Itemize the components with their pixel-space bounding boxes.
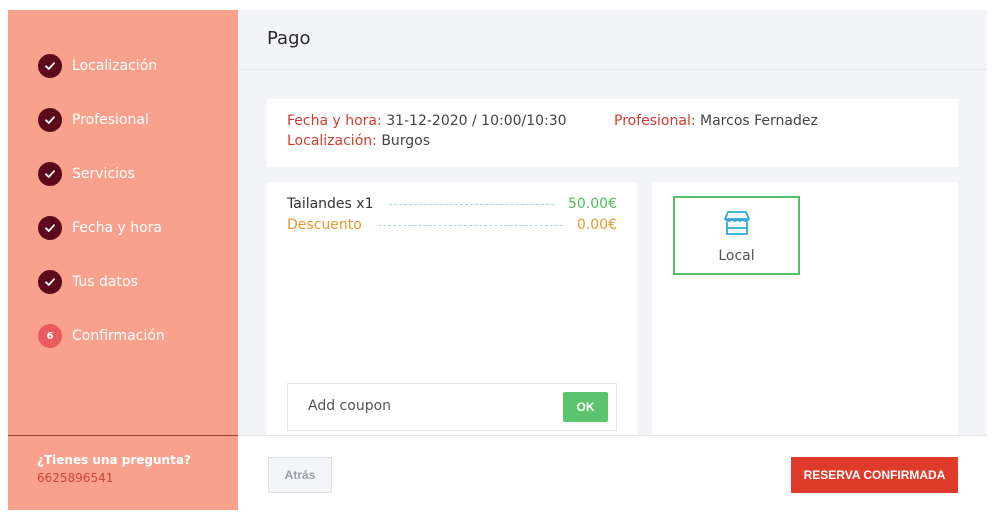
summary-date: Fecha y hora: 31-12-2020 / 10:00/10:30	[287, 113, 614, 133]
confirm-booking-button[interactable]: RESERVA CONFIRMADA	[791, 457, 958, 493]
coupon-box: OK	[287, 383, 617, 431]
check-icon	[38, 270, 62, 294]
step-label: Fecha y hora	[72, 220, 163, 236]
professional-value: Marcos Fernadez	[700, 113, 818, 129]
step-number-badge: 6	[38, 324, 62, 348]
line-item-name: Tailandes x1	[287, 196, 374, 212]
store-icon	[722, 210, 752, 240]
steps-list: Localización Profesional Servicios Fecha…	[8, 10, 238, 363]
booking-window: Localización Profesional Servicios Fecha…	[8, 10, 987, 510]
step-tus-datos[interactable]: Tus datos	[8, 255, 238, 309]
check-icon	[38, 54, 62, 78]
location-label: Localización:	[287, 133, 377, 149]
steps-sidebar: Localización Profesional Servicios Fecha…	[8, 10, 238, 510]
date-label: Fecha y hora:	[287, 113, 382, 129]
payment-method-local[interactable]: Local	[673, 196, 800, 275]
help-contact: ¿Tienes una pregunta? 6625896541	[8, 435, 238, 510]
discount-price: 0.00€	[576, 217, 617, 233]
summary-professional: Profesional: Marcos Fernadez	[614, 113, 818, 133]
summary-location: Localización: Burgos	[287, 133, 430, 153]
date-value: 31-12-2020 / 10:00/10:30	[386, 113, 567, 129]
discount-line: Descuento 0.00€	[287, 217, 617, 233]
payment-methods: Local	[652, 182, 958, 435]
dotted-leader	[389, 203, 554, 205]
help-question: ¿Tienes una pregunta?	[37, 453, 191, 467]
coupon-ok-button[interactable]: OK	[563, 392, 608, 422]
payment-method-label: Local	[718, 248, 755, 264]
panel-footer: Atrás RESERVA CONFIRMADA	[238, 435, 987, 510]
step-label: Tus datos	[72, 274, 138, 290]
check-icon	[38, 216, 62, 240]
step-servicios[interactable]: Servicios	[8, 147, 238, 201]
line-item: Tailandes x1 50.00€	[287, 196, 617, 212]
payment-panel: Pago Fecha y hora: 31-12-2020 / 10:00/10…	[238, 10, 987, 510]
check-icon	[38, 108, 62, 132]
coupon-input[interactable]	[308, 398, 538, 414]
step-label: Profesional	[72, 112, 149, 128]
back-button[interactable]: Atrás	[268, 457, 332, 493]
order-lines: Tailandes x1 50.00€ Descuento 0.00€ OK	[267, 182, 637, 435]
line-item-price: 50.00€	[568, 196, 617, 212]
step-profesional[interactable]: Profesional	[8, 93, 238, 147]
booking-summary: Fecha y hora: 31-12-2020 / 10:00/10:30 P…	[267, 99, 958, 167]
step-localizacion[interactable]: Localización	[8, 39, 238, 93]
page-title: Pago	[267, 28, 311, 49]
step-label: Localización	[72, 58, 158, 74]
location-value: Burgos	[381, 133, 431, 149]
step-label: Confirmación	[72, 328, 165, 344]
step-confirmacion[interactable]: 6 Confirmación	[8, 309, 238, 363]
summary-row: Fecha y hora: 31-12-2020 / 10:00/10:30 P…	[287, 113, 958, 133]
panel-header: Pago	[238, 10, 987, 70]
help-phone[interactable]: 6625896541	[37, 471, 238, 485]
check-icon	[38, 162, 62, 186]
discount-name: Descuento	[287, 217, 362, 233]
step-label: Servicios	[72, 166, 135, 182]
professional-label: Profesional:	[614, 113, 696, 129]
dotted-leader	[377, 224, 563, 226]
summary-row: Localización: Burgos	[287, 133, 958, 153]
step-fecha-hora[interactable]: Fecha y hora	[8, 201, 238, 255]
